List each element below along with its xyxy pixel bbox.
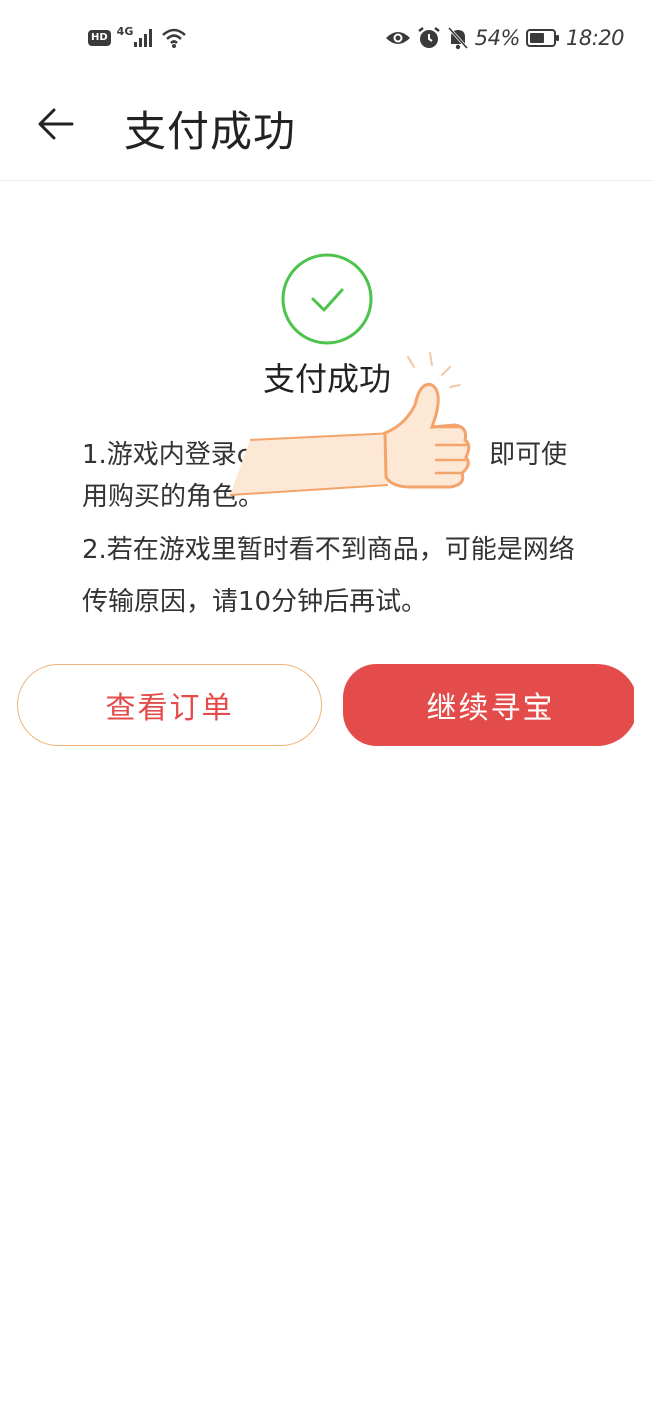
status-bar: HD 4G 54% 18:20: [0, 0, 654, 80]
hd-badge: HD: [88, 30, 111, 46]
status-right: 54% 18:20: [385, 26, 625, 50]
network-type: 4G: [116, 24, 134, 38]
battery-percent: 54%: [474, 26, 521, 50]
top-bar: 支付成功: [0, 80, 654, 181]
note-1-end: 即可使: [489, 440, 568, 470]
back-button[interactable]: [34, 102, 78, 146]
eye-icon: [385, 32, 410, 44]
status-left: HD 4G: [88, 24, 187, 49]
arrow-left-icon: [38, 108, 74, 140]
wifi-icon: [162, 28, 187, 48]
mute-bell-icon: [447, 26, 468, 50]
page-title: 支付成功: [124, 107, 297, 156]
view-order-button[interactable]: 查看订单: [17, 664, 322, 746]
signal-icon: [134, 29, 153, 47]
continue-button[interactable]: 继续寻宝: [343, 664, 638, 746]
screen: HD 4G 54% 18:20 支付成功 支付成功 1.游戏内登录c 即可使 用…: [0, 0, 654, 1419]
check-circle-icon: [281, 253, 373, 345]
edge-mask: [634, 660, 654, 750]
clock: 18:20: [565, 26, 625, 50]
thumbs-up-sticker: [229, 352, 471, 496]
alarm-icon: [418, 27, 440, 48]
battery-icon: [525, 29, 559, 47]
note-2: 2.若在游戏里暂时看不到商品，可能是网络传输原因，请10分钟后再试。: [82, 535, 575, 617]
view-order-label: 查看订单: [105, 691, 234, 726]
continue-label: 继续寻宝: [426, 691, 555, 726]
